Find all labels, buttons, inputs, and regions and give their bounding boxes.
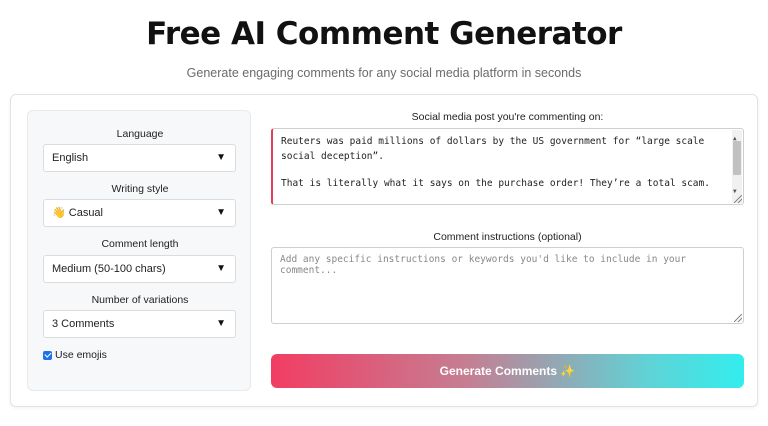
generator-card: Language English ▼ Writing style 👋 Casua… [10,94,758,407]
resize-handle-icon[interactable] [734,314,742,322]
writing-style-label: Writing style [111,183,169,195]
use-emojis-checkbox[interactable] [43,350,52,360]
chevron-down-icon: ▼ [216,207,226,218]
page-title: Free AI Comment Generator [146,16,622,52]
use-emojis-option[interactable]: Use emojis [43,349,107,361]
post-paragraph: Reuters was paid millions of dollars by … [281,136,705,162]
comment-length-select[interactable]: Medium (50-100 chars) ▼ [43,255,236,283]
post-textarea[interactable]: Reuters was paid millions of dollars by … [271,128,744,205]
language-select[interactable]: English ▼ [43,144,236,172]
post-scrollbar[interactable]: ▲ ▼ [732,130,742,203]
writing-style-value: 👋 Casual [52,207,103,219]
resize-handle-icon[interactable] [734,195,742,203]
generate-comments-button[interactable]: Generate Comments ✨ [271,354,744,388]
variations-select[interactable]: 3 Comments ▼ [43,310,236,338]
use-emojis-label: Use emojis [55,349,107,361]
chevron-down-icon: ▼ [216,263,226,274]
language-value: English [52,152,89,164]
post-label: Social media post you're commenting on: [411,111,604,123]
writing-style-select[interactable]: 👋 Casual ▼ [43,199,236,227]
instructions-textarea[interactable]: Add any specific instructions or keyword… [271,247,744,324]
instructions-label: Comment instructions (optional) [433,231,582,243]
settings-panel: Language English ▼ Writing style 👋 Casua… [27,110,251,391]
instructions-placeholder: Add any specific instructions or keyword… [280,254,687,276]
variations-label: Number of variations [91,294,189,306]
variations-value: 3 Comments [52,318,115,330]
post-paragraph: That is literally what it says on the pu… [281,178,710,189]
page-subtitle: Generate engaging comments for any socia… [186,66,582,80]
chevron-down-icon: ▼ [216,152,226,163]
comment-length-value: Medium (50-100 chars) [52,263,166,275]
comment-length-label: Comment length [101,238,179,250]
chevron-down-icon: ▼ [216,318,226,329]
language-label: Language [116,128,164,140]
scrollbar-thumb[interactable] [733,141,741,175]
